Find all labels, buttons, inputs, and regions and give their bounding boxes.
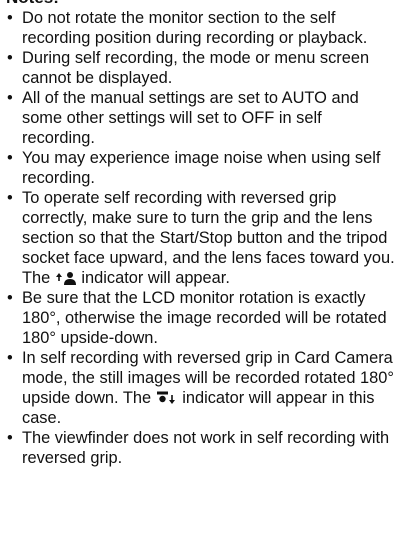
notes-list: • Do not rotate the monitor section to th… [0,8,403,468]
upside-down-recording-icon [156,390,178,404]
bullet: • [7,89,13,107]
self-recording-reversed-grip-icon [55,270,77,285]
note-text: The viewfinder does not work in self rec… [22,429,390,467]
bullet: • [7,49,13,67]
note-text: Be sure that the LCD monitor rotation is… [22,289,387,347]
bullet: • [7,149,13,167]
list-item: • You may experience image noise when usi… [0,148,403,188]
bullet: • [7,189,13,207]
list-item: • The viewfinder does not work in self re… [0,428,403,468]
list-item: • All of the manual settings are set to A… [0,88,403,148]
note-text: Do not rotate the monitor section to the… [22,9,368,47]
bullet: • [7,349,13,367]
bullet: • [7,289,13,307]
list-item: • During self recording, the mode or menu… [0,48,403,88]
notes-section: Notes: • Do not rotate the monitor sectio… [0,0,403,468]
bullet: • [7,429,13,447]
note-text: During self recording, the mode or menu … [22,49,370,87]
bullet: • [7,9,13,27]
note-text: You may experience image noise when usin… [22,149,381,187]
list-item: • Be sure that the LCD monitor rotation i… [0,288,403,348]
list-item: • To operate self recording with reversed… [0,188,403,288]
list-item: • In self recording with reversed grip in… [0,348,403,428]
notes-title: Notes: [6,0,403,8]
note-text: indicator will appear. [81,269,230,287]
list-item: • Do not rotate the monitor section to th… [0,8,403,48]
note-text: All of the manual settings are set to AU… [22,89,359,147]
